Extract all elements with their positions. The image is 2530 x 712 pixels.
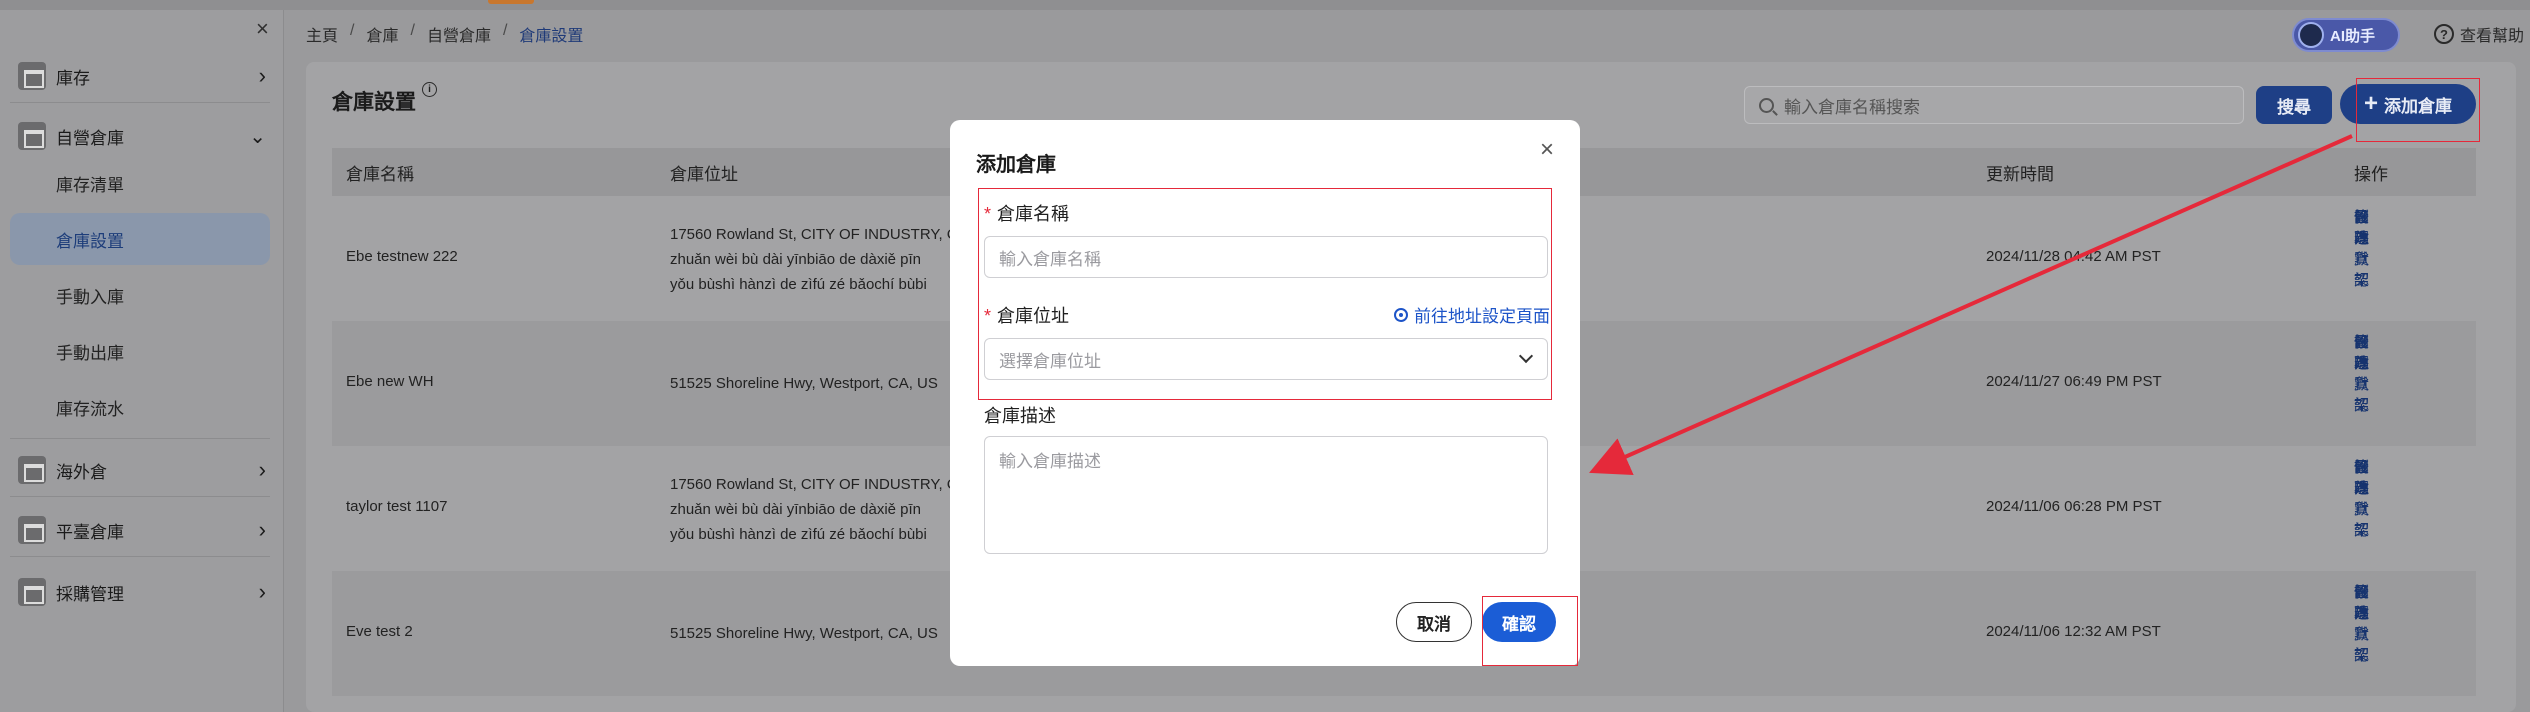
- breadcrumb: 主頁 / 倉庫 / 自營倉庫 / 倉庫設置: [306, 22, 583, 46]
- sidebar-group-inventory[interactable]: 庫存 ›: [0, 56, 284, 96]
- address-settings-link-text: 前往地址設定頁面: [1414, 307, 1550, 326]
- warehouse-name-input[interactable]: 輸入倉庫名稱: [984, 236, 1548, 278]
- highlight-box-add-button: [2356, 78, 2480, 142]
- warehouse-description-textarea[interactable]: 輸入倉庫描述: [984, 436, 1548, 554]
- warehouse-description-label: 倉庫描述: [984, 406, 1056, 426]
- dialog-title: 添加倉庫: [976, 154, 1056, 176]
- ai-assistant-button[interactable]: AI助手: [2292, 18, 2400, 52]
- field-label-text: 倉庫位址: [997, 306, 1070, 326]
- warehouse-icon: [18, 122, 46, 150]
- sidebar-group-self-warehouse[interactable]: 自營倉庫 ⌄: [0, 116, 284, 156]
- question-icon: ?: [2434, 24, 2454, 44]
- sidebar-group-label: 庫存: [56, 68, 90, 88]
- sidebar: × 庫存 › 自營倉庫 ⌄ 庫存清單 倉庫設置 手動入庫 手動出庫 庫存流水 海…: [0, 10, 284, 712]
- search-icon: [1759, 97, 1774, 113]
- chevron-right-icon: ›: [258, 517, 266, 542]
- close-icon[interactable]: ×: [1540, 136, 1554, 164]
- sidebar-group-label: 自營倉庫: [56, 128, 124, 148]
- top-bar: [0, 0, 2530, 10]
- warehouse-icon: [18, 62, 46, 90]
- chevron-right-icon: ›: [258, 63, 266, 88]
- breadcrumb-separator: /: [410, 22, 415, 39]
- info-icon[interactable]: i: [422, 82, 437, 97]
- field-label-text: 倉庫名稱: [997, 204, 1070, 224]
- breadcrumb-warehouse[interactable]: 倉庫: [366, 22, 398, 46]
- required-mark: *: [984, 306, 992, 326]
- delete-link[interactable]: 刪除: [2354, 206, 2369, 248]
- required-mark: *: [984, 204, 992, 224]
- column-header: 倉庫名稱: [346, 164, 414, 184]
- sidebar-group-purchasing[interactable]: 採購管理 ›: [0, 572, 284, 612]
- input-placeholder: 輸入倉庫名稱: [999, 249, 1101, 269]
- ai-assistant-label: AI助手: [2330, 27, 2376, 45]
- top-accent: [488, 0, 534, 4]
- sidebar-item-inventory-flow[interactable]: 庫存流水: [10, 381, 270, 433]
- warehouse-location-select[interactable]: 選擇倉庫位址: [984, 338, 1548, 380]
- sidebar-group-overseas[interactable]: 海外倉 ›: [0, 450, 284, 490]
- search-placeholder: 輸入倉庫名稱搜索: [1784, 97, 1920, 117]
- warehouse-name-label: * 倉庫名稱: [984, 200, 1069, 226]
- divider: [10, 496, 270, 497]
- chevron-right-icon: ›: [258, 579, 266, 604]
- search-input[interactable]: 輸入倉庫名稱搜索: [1744, 86, 2244, 124]
- sidebar-close-icon[interactable]: ×: [256, 16, 269, 42]
- breadcrumb-self-warehouse[interactable]: 自營倉庫: [427, 22, 491, 46]
- warehouse-address: 17560 Rowland St, CITY OF INDUSTRY, C zh…: [670, 226, 958, 293]
- sidebar-item-warehouse-settings[interactable]: 倉庫設置: [10, 213, 270, 265]
- warehouse-address: 17560 Rowland St, CITY OF INDUSTRY, C zh…: [670, 476, 958, 543]
- warehouse-address: 51525 Shoreline Hwy, Westport, CA, US: [670, 375, 938, 392]
- divider: [10, 438, 270, 439]
- address-settings-link[interactable]: 前往地址設定頁面: [1394, 302, 1550, 327]
- select-placeholder: 選擇倉庫位址: [999, 351, 1101, 371]
- column-header: 倉庫位址: [670, 164, 738, 184]
- breadcrumb-separator: /: [502, 22, 508, 39]
- delete-link[interactable]: 刪除: [2354, 456, 2369, 498]
- help-link[interactable]: ? 查看幫助: [2434, 22, 2524, 46]
- sidebar-group-label: 海外倉: [56, 462, 107, 482]
- search-button[interactable]: 搜尋: [2256, 86, 2332, 124]
- chevron-right-icon: ›: [258, 457, 266, 482]
- breadcrumb-home[interactable]: 主頁: [306, 22, 338, 46]
- updated-time: 2024/11/27 06:49 PM PST: [1986, 373, 2162, 390]
- chevron-down-icon: ⌄: [249, 125, 266, 148]
- warehouse-location-label: * 倉庫位址: [984, 302, 1069, 328]
- sidebar-item-manual-outbound[interactable]: 手動出庫: [10, 325, 270, 377]
- highlight-box-confirm: [1482, 596, 1578, 666]
- gear-icon: [1394, 307, 1408, 322]
- sidebar-item-manual-inbound[interactable]: 手動入庫: [10, 269, 270, 321]
- delete-link[interactable]: 刪除: [2354, 331, 2369, 373]
- warehouse-name: Ebe new WH: [346, 373, 434, 390]
- page-title: 倉庫設置: [332, 91, 416, 114]
- store-icon: [18, 516, 46, 544]
- globe-icon: [18, 456, 46, 484]
- sidebar-item-inventory-list[interactable]: 庫存清單: [10, 157, 270, 209]
- updated-time: 2024/11/28 04:42 AM PST: [1986, 248, 2161, 265]
- divider: [10, 556, 270, 557]
- sidebar-group-label: 平臺倉庫: [56, 522, 124, 542]
- column-header: 操作: [2354, 164, 2388, 184]
- warehouse-name: Eve test 2: [346, 623, 413, 640]
- sidebar-group-label: 採購管理: [56, 584, 124, 604]
- robot-icon: [2298, 22, 2324, 48]
- delete-link[interactable]: 刪除: [2354, 581, 2369, 623]
- breadcrumb-separator: /: [350, 22, 355, 39]
- warehouse-address: 51525 Shoreline Hwy, Westport, CA, US: [670, 625, 938, 642]
- breadcrumb-current: 倉庫設置: [519, 28, 584, 45]
- updated-time: 2024/11/06 06:28 PM PST: [1986, 498, 2162, 515]
- add-warehouse-dialog: 添加倉庫 × * 倉庫名稱 輸入倉庫名稱 * 倉庫位址 前往地址設定頁面 選擇倉庫位…: [950, 120, 1580, 666]
- column-header: 更新時間: [1986, 164, 2054, 184]
- cancel-button[interactable]: 取消: [1396, 602, 1472, 642]
- textarea-placeholder: 輸入倉庫描述: [999, 452, 1101, 471]
- basket-icon: [18, 578, 46, 606]
- warehouse-name: Ebe testnew 222: [346, 248, 458, 265]
- divider: [10, 102, 270, 103]
- sidebar-group-platform[interactable]: 平臺倉庫 ›: [0, 510, 284, 550]
- updated-time: 2024/11/06 12:32 AM PST: [1986, 623, 2161, 640]
- warehouse-name: taylor test 1107: [346, 498, 448, 515]
- chevron-down-icon: [1518, 348, 1534, 364]
- help-label: 查看幫助: [2460, 28, 2525, 45]
